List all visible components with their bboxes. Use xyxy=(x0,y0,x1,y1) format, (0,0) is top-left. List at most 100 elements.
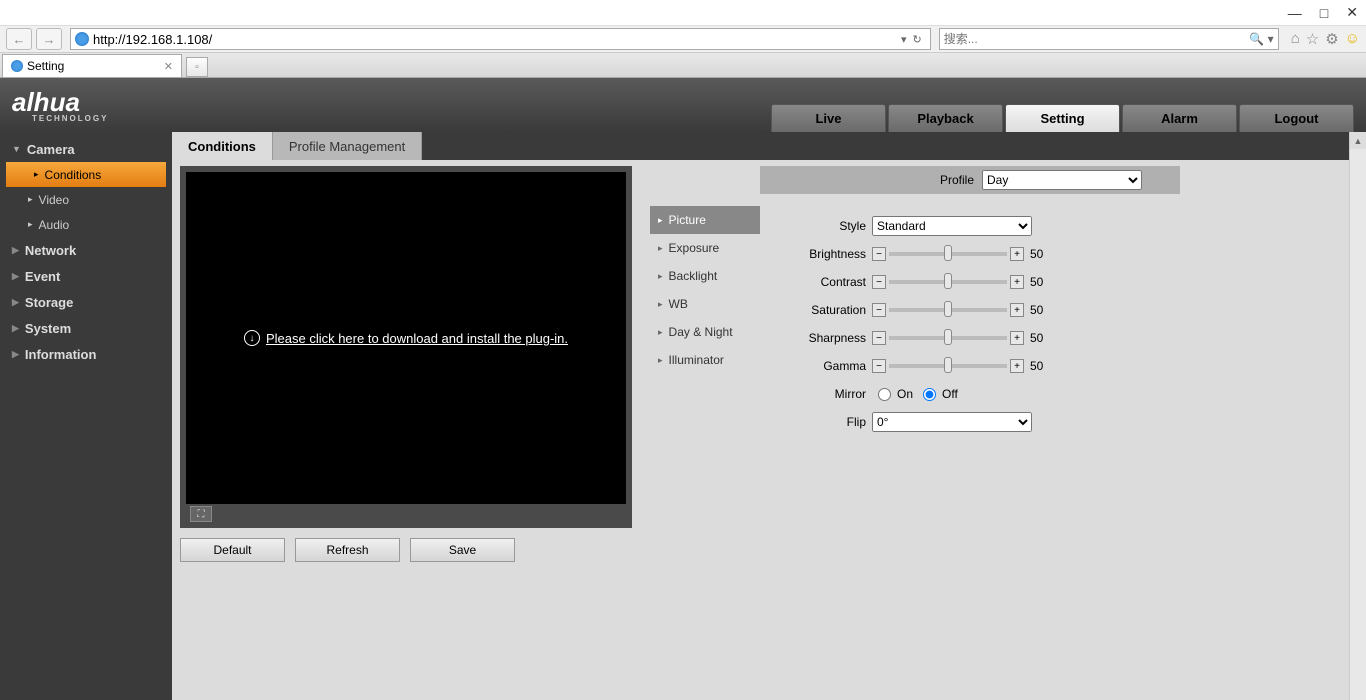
sidebar-cat-system[interactable]: ▶System xyxy=(0,315,172,341)
arrow-icon: ▸ xyxy=(658,355,663,366)
sidebar-cat-storage[interactable]: ▶Storage xyxy=(0,289,172,315)
smiley-icon[interactable]: ☺ xyxy=(1345,30,1360,48)
brightness-slider[interactable]: −+50 xyxy=(872,247,1052,261)
slider-thumb[interactable] xyxy=(944,357,952,373)
slider-track[interactable] xyxy=(889,336,1007,340)
submenu-backlight[interactable]: ▸Backlight xyxy=(650,262,760,290)
flip-row: Flip 0° xyxy=(760,408,1180,436)
topnav-playback[interactable]: Playback xyxy=(888,104,1003,132)
refresh-icon[interactable]: ↻ xyxy=(912,33,921,46)
scroll-up-icon[interactable]: ▲ xyxy=(1350,132,1366,149)
decrement-button[interactable]: − xyxy=(872,359,886,373)
gamma-row: Gamma−+50 xyxy=(760,352,1180,380)
mirror-off-radio[interactable] xyxy=(923,388,936,401)
forward-button[interactable]: → xyxy=(36,28,62,50)
increment-button[interactable]: + xyxy=(1010,359,1024,373)
contrast-slider[interactable]: −+50 xyxy=(872,275,1052,289)
mirror-on-radio[interactable] xyxy=(878,388,891,401)
app-header: alhua TECHNOLOGY LivePlaybackSettingAlar… xyxy=(0,78,1366,132)
sidebar-cat-network[interactable]: ▶Network xyxy=(0,237,172,263)
browser-tab[interactable]: Setting ✕ xyxy=(2,54,182,77)
slider-thumb[interactable] xyxy=(944,245,952,261)
gamma-value: 50 xyxy=(1030,359,1052,373)
sidebar-item-conditions[interactable]: ▸Conditions xyxy=(6,162,166,187)
decrement-button[interactable]: − xyxy=(872,247,886,261)
address-bar[interactable]: ▾ ↻ xyxy=(70,28,931,50)
tab-close-icon[interactable]: ✕ xyxy=(164,60,173,73)
maximize-icon[interactable]: □ xyxy=(1320,5,1328,21)
back-button[interactable]: ← xyxy=(6,28,32,50)
submenu-exposure[interactable]: ▸Exposure xyxy=(650,234,760,262)
decrement-button[interactable]: − xyxy=(872,275,886,289)
dropdown-icon[interactable]: ▾ xyxy=(901,33,907,46)
fullscreen-button[interactable]: ⛶ xyxy=(190,506,212,522)
arrow-icon: ▸ xyxy=(658,215,663,226)
tab-title: Setting xyxy=(27,59,64,73)
sharpness-row: Sharpness−+50 xyxy=(760,324,1180,352)
sidebar-cat-information[interactable]: ▶Information xyxy=(0,341,172,367)
slider-track[interactable] xyxy=(889,364,1007,368)
brightness-row: Brightness−+50 xyxy=(760,240,1180,268)
preview-column: ↓ Please click here to download and inst… xyxy=(180,166,632,562)
sidebar-cat-camera[interactable]: ▼Camera xyxy=(0,136,172,162)
browser-icons: ⌂ ☆ ⚙ ☺ xyxy=(1291,30,1360,48)
window-controls: — □ ✕ xyxy=(0,0,1366,25)
saturation-slider[interactable]: −+50 xyxy=(872,303,1052,317)
topnav-logout[interactable]: Logout xyxy=(1239,104,1354,132)
profile-select[interactable]: Day xyxy=(982,170,1142,190)
slider-thumb[interactable] xyxy=(944,273,952,289)
submenu-day-night[interactable]: ▸Day & Night xyxy=(650,318,760,346)
url-input[interactable] xyxy=(93,32,897,47)
arrow-icon: ▸ xyxy=(658,271,663,282)
contrast-row: Contrast−+50 xyxy=(760,268,1180,296)
home-icon[interactable]: ⌂ xyxy=(1291,30,1300,48)
refresh-button[interactable]: Refresh xyxy=(295,538,400,562)
topnav-alarm[interactable]: Alarm xyxy=(1122,104,1237,132)
increment-button[interactable]: + xyxy=(1010,247,1024,261)
save-button[interactable]: Save xyxy=(410,538,515,562)
submenu-picture[interactable]: ▸Picture xyxy=(650,206,760,234)
slider-track[interactable] xyxy=(889,252,1007,256)
decrement-button[interactable]: − xyxy=(872,303,886,317)
flip-select[interactable]: 0° xyxy=(872,412,1032,432)
gear-icon[interactable]: ⚙ xyxy=(1325,30,1338,48)
plugin-download-link[interactable]: Please click here to download and instal… xyxy=(266,331,568,346)
increment-button[interactable]: + xyxy=(1010,331,1024,345)
sidebar-item-audio[interactable]: ▸Audio xyxy=(0,212,172,237)
mirror-row: Mirror On Off xyxy=(760,380,1180,408)
preview-placeholder: ↓ Please click here to download and inst… xyxy=(186,172,626,504)
arrow-icon: ▸ xyxy=(658,327,663,338)
mirror-label: Mirror xyxy=(760,387,866,401)
new-tab-button[interactable]: ▫ xyxy=(186,57,208,77)
slider-thumb[interactable] xyxy=(944,301,952,317)
increment-button[interactable]: + xyxy=(1010,303,1024,317)
submenu-wb[interactable]: ▸WB xyxy=(650,290,760,318)
minimize-icon[interactable]: — xyxy=(1288,5,1302,21)
slider-track[interactable] xyxy=(889,308,1007,312)
gamma-slider[interactable]: − +50 xyxy=(872,359,1052,373)
topnav-setting[interactable]: Setting xyxy=(1005,104,1120,132)
scrollbar[interactable]: ▲ xyxy=(1349,132,1366,700)
sharpness-label: Sharpness xyxy=(760,331,866,345)
sidebar-item-video[interactable]: ▸Video xyxy=(0,187,172,212)
sidebar-cat-event[interactable]: ▶Event xyxy=(0,263,172,289)
browser-search-box[interactable]: 🔍 ▾ xyxy=(939,28,1279,50)
brightness-label: Brightness xyxy=(760,247,866,261)
slider-thumb[interactable] xyxy=(944,329,952,345)
favorites-icon[interactable]: ☆ xyxy=(1306,30,1319,48)
style-select[interactable]: Standard xyxy=(872,216,1032,236)
increment-button[interactable]: + xyxy=(1010,275,1024,289)
search-input[interactable] xyxy=(944,32,1250,46)
content-tab-profile-management[interactable]: Profile Management xyxy=(273,132,422,160)
decrement-button[interactable]: − xyxy=(872,331,886,345)
submenu-illuminator[interactable]: ▸Illuminator xyxy=(650,346,760,374)
style-label: Style xyxy=(760,219,866,233)
search-icon[interactable]: 🔍 ▾ xyxy=(1249,32,1273,46)
parameters-panel: Profile Day Style Standard Brightness−+5… xyxy=(760,166,1180,436)
default-button[interactable]: Default xyxy=(180,538,285,562)
content-tab-conditions[interactable]: Conditions xyxy=(172,132,273,160)
close-icon[interactable]: ✕ xyxy=(1346,4,1358,21)
sharpness-slider[interactable]: −+50 xyxy=(872,331,1052,345)
topnav-live[interactable]: Live xyxy=(771,104,886,132)
slider-track[interactable] xyxy=(889,280,1007,284)
